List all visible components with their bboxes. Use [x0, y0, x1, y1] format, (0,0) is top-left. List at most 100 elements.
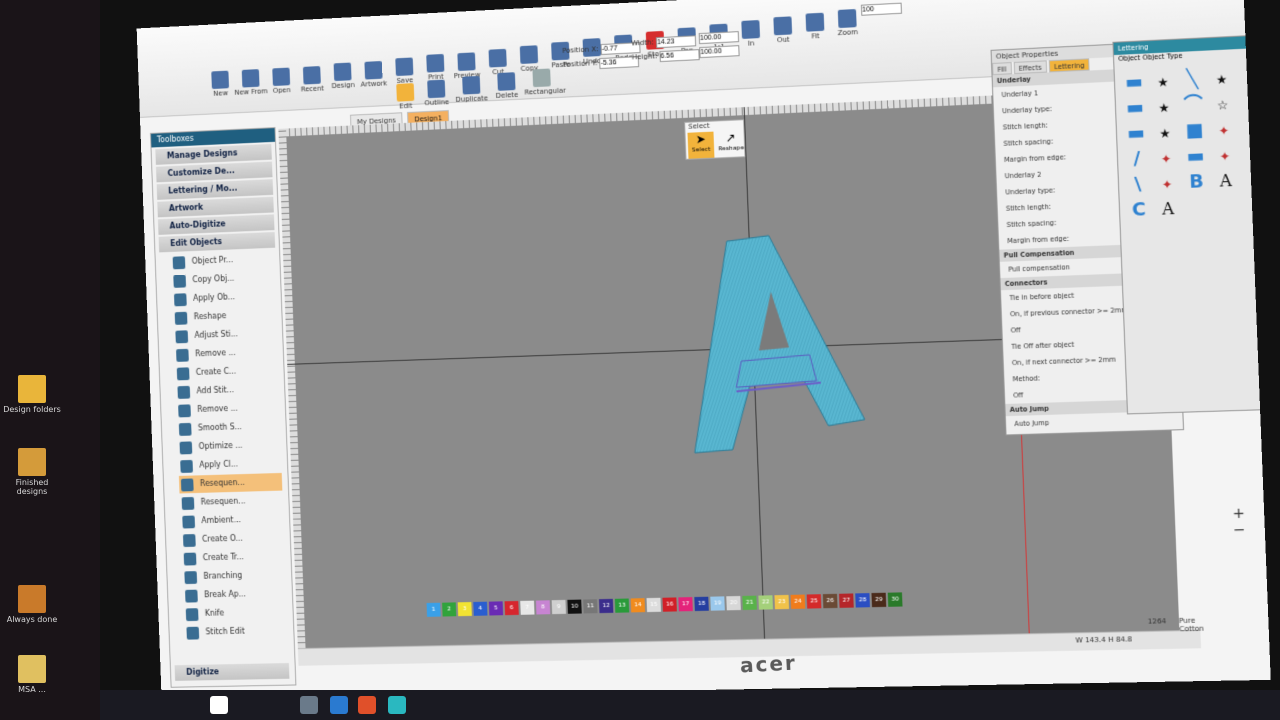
tab-effects[interactable]: Effects	[1013, 60, 1048, 75]
lettering-style-cell[interactable]: ★	[1149, 70, 1177, 94]
zoom-plus-button[interactable]: +	[1232, 505, 1245, 522]
lettering-style-cell[interactable]: ☆	[1209, 93, 1237, 117]
zoom-minus-button[interactable]: −	[1233, 522, 1246, 539]
toolbox-item[interactable]: Smooth S...	[177, 417, 280, 438]
tab-fill[interactable]: Fill	[992, 62, 1012, 76]
thread-swatch[interactable]: 8	[535, 600, 551, 615]
thread-swatch[interactable]: 11	[583, 599, 598, 614]
thread-swatch[interactable]: 14	[630, 598, 646, 613]
tab-lettering[interactable]: Lettering	[1048, 58, 1090, 73]
height-input[interactable]	[659, 49, 700, 63]
thread-swatch[interactable]: 13	[614, 598, 630, 613]
toolbox-item[interactable]: Add Stit...	[175, 380, 278, 401]
width-input[interactable]	[655, 35, 697, 49]
lettering-style-cell[interactable]: ✦	[1211, 145, 1239, 169]
toolbox-item[interactable]: Remove ...	[174, 343, 277, 364]
lettering-style-cell[interactable]: ▬	[1122, 122, 1150, 146]
embroidered-letter-a[interactable]	[668, 217, 899, 466]
thread-swatch[interactable]: 18	[694, 596, 709, 612]
lettering-style-cell[interactable]: \	[1124, 173, 1152, 197]
thread-swatch[interactable]: 5	[488, 601, 504, 616]
toolbox-item-label: Branching	[203, 570, 243, 581]
thread-swatch[interactable]: 22	[758, 595, 773, 610]
toolbox-item[interactable]: Branching	[182, 566, 286, 586]
lettering-style-cell[interactable]: ★	[1208, 68, 1236, 92]
lettering-style-cell[interactable]: ✦	[1153, 173, 1181, 197]
toolbox-item[interactable]: Remove ...	[176, 399, 279, 420]
toolbox-item[interactable]: Create O...	[181, 529, 285, 549]
thread-swatch[interactable]: 21	[742, 595, 757, 610]
toolbox-item[interactable]: Adjust Sti...	[173, 324, 276, 345]
thread-swatch[interactable]: 16	[662, 597, 677, 612]
lettering-style-cell[interactable]: C	[1125, 199, 1153, 223]
outline-button[interactable]: Outline	[418, 79, 454, 107]
lettering-style-cell[interactable]: ▬	[1120, 71, 1148, 95]
thread-swatch[interactable]: 4	[473, 601, 488, 616]
thread-swatch[interactable]: 9	[551, 599, 566, 615]
toolbox-item[interactable]: Ambient...	[180, 510, 283, 530]
file-explorer-icon[interactable]	[300, 696, 318, 714]
lettering-style-cell[interactable]: ■	[1180, 119, 1208, 143]
rectangular-button[interactable]: Rectangular	[524, 68, 566, 97]
duplicate-button[interactable]: Duplicate	[453, 75, 489, 104]
thread-swatch[interactable]: 20	[726, 595, 741, 611]
toolbox-item[interactable]: Resequen...	[180, 492, 283, 512]
zoom-level-input[interactable]	[860, 2, 903, 16]
desktop-icon[interactable]: Design folders	[2, 375, 62, 414]
toolbox-item[interactable]: Apply Cl...	[178, 454, 281, 475]
lettering-style-cell[interactable]: /	[1123, 148, 1151, 172]
tab-object[interactable]: Object	[1118, 54, 1140, 63]
edge-icon[interactable]	[330, 696, 348, 714]
embroidery-app-icon[interactable]	[388, 696, 406, 714]
thread-swatch[interactable]: 30	[887, 592, 903, 607]
zoom-level-field	[860, 2, 903, 17]
desktop-icon[interactable]: MSA ...	[2, 655, 62, 694]
toolbox-item[interactable]: Optimize ...	[178, 436, 281, 457]
thread-swatch[interactable]: 29	[871, 592, 887, 608]
thread-swatch[interactable]: 28	[855, 593, 870, 608]
lettering-style-cell[interactable]: A	[1154, 197, 1182, 221]
toolbox-item[interactable]: Resequen...	[178, 472, 283, 494]
thread-swatch[interactable]: 27	[839, 593, 854, 608]
lettering-style-cell[interactable]: ★	[1150, 96, 1178, 120]
thread-swatch[interactable]: 7	[520, 600, 535, 615]
delete-button[interactable]: Delete	[488, 72, 524, 100]
start-icon[interactable]	[210, 696, 228, 714]
lettering-style-cell[interactable]: ★	[1151, 122, 1179, 146]
reshape-tool-button[interactable]: ↗ Reshape	[717, 130, 744, 157]
lettering-style-cell[interactable]: ⌒	[1179, 94, 1207, 118]
thread-swatch[interactable]: 24	[790, 594, 806, 609]
lettering-style-cell[interactable]: B	[1182, 171, 1210, 195]
toolbox-category-digitize[interactable]: Digitize	[174, 663, 290, 681]
thread-swatch[interactable]: 10	[567, 599, 582, 614]
thread-swatch[interactable]: 25	[806, 594, 822, 609]
chrome-icon[interactable]	[358, 696, 376, 714]
lettering-style-cell[interactable]: ▬	[1181, 145, 1209, 169]
lettering-style-cell[interactable]: ✦	[1210, 119, 1238, 143]
toolbox-item[interactable]: Stitch Edit	[184, 622, 288, 642]
toolbox-item[interactable]: Break Ap...	[183, 585, 287, 605]
tab-object-type[interactable]: Object Type	[1142, 52, 1182, 62]
toolbox-item[interactable]: Knife	[184, 603, 288, 623]
thread-swatch[interactable]: 6	[504, 600, 519, 616]
lettering-style-cell[interactable]: ╲	[1178, 68, 1206, 92]
lettering-style-cell[interactable]: A	[1212, 169, 1240, 193]
thread-swatch[interactable]: 15	[646, 597, 661, 613]
thread-swatch[interactable]: 3	[457, 602, 472, 617]
toolbox-item[interactable]: Create Tr...	[182, 547, 286, 567]
thread-swatch[interactable]: 17	[678, 597, 693, 612]
scale-h-input[interactable]	[699, 45, 740, 59]
thread-swatch[interactable]: 12	[598, 598, 614, 614]
thread-swatch[interactable]: 26	[822, 593, 838, 609]
desktop-icon[interactable]: Finished designs	[2, 448, 62, 496]
thread-swatch[interactable]: 19	[710, 596, 725, 611]
thread-swatch[interactable]: 1	[426, 602, 441, 617]
scale-w-input[interactable]	[698, 31, 740, 45]
thread-swatch[interactable]: 2	[442, 602, 457, 617]
toolbox-item[interactable]: Create C...	[175, 361, 278, 382]
lettering-style-cell[interactable]: ✦	[1152, 147, 1180, 171]
thread-swatch[interactable]: 23	[774, 594, 790, 610]
select-tool-button[interactable]: ➤ Select	[687, 131, 715, 159]
desktop-icon[interactable]: Always done	[2, 585, 62, 624]
lettering-style-cell[interactable]: ▬	[1121, 96, 1149, 120]
